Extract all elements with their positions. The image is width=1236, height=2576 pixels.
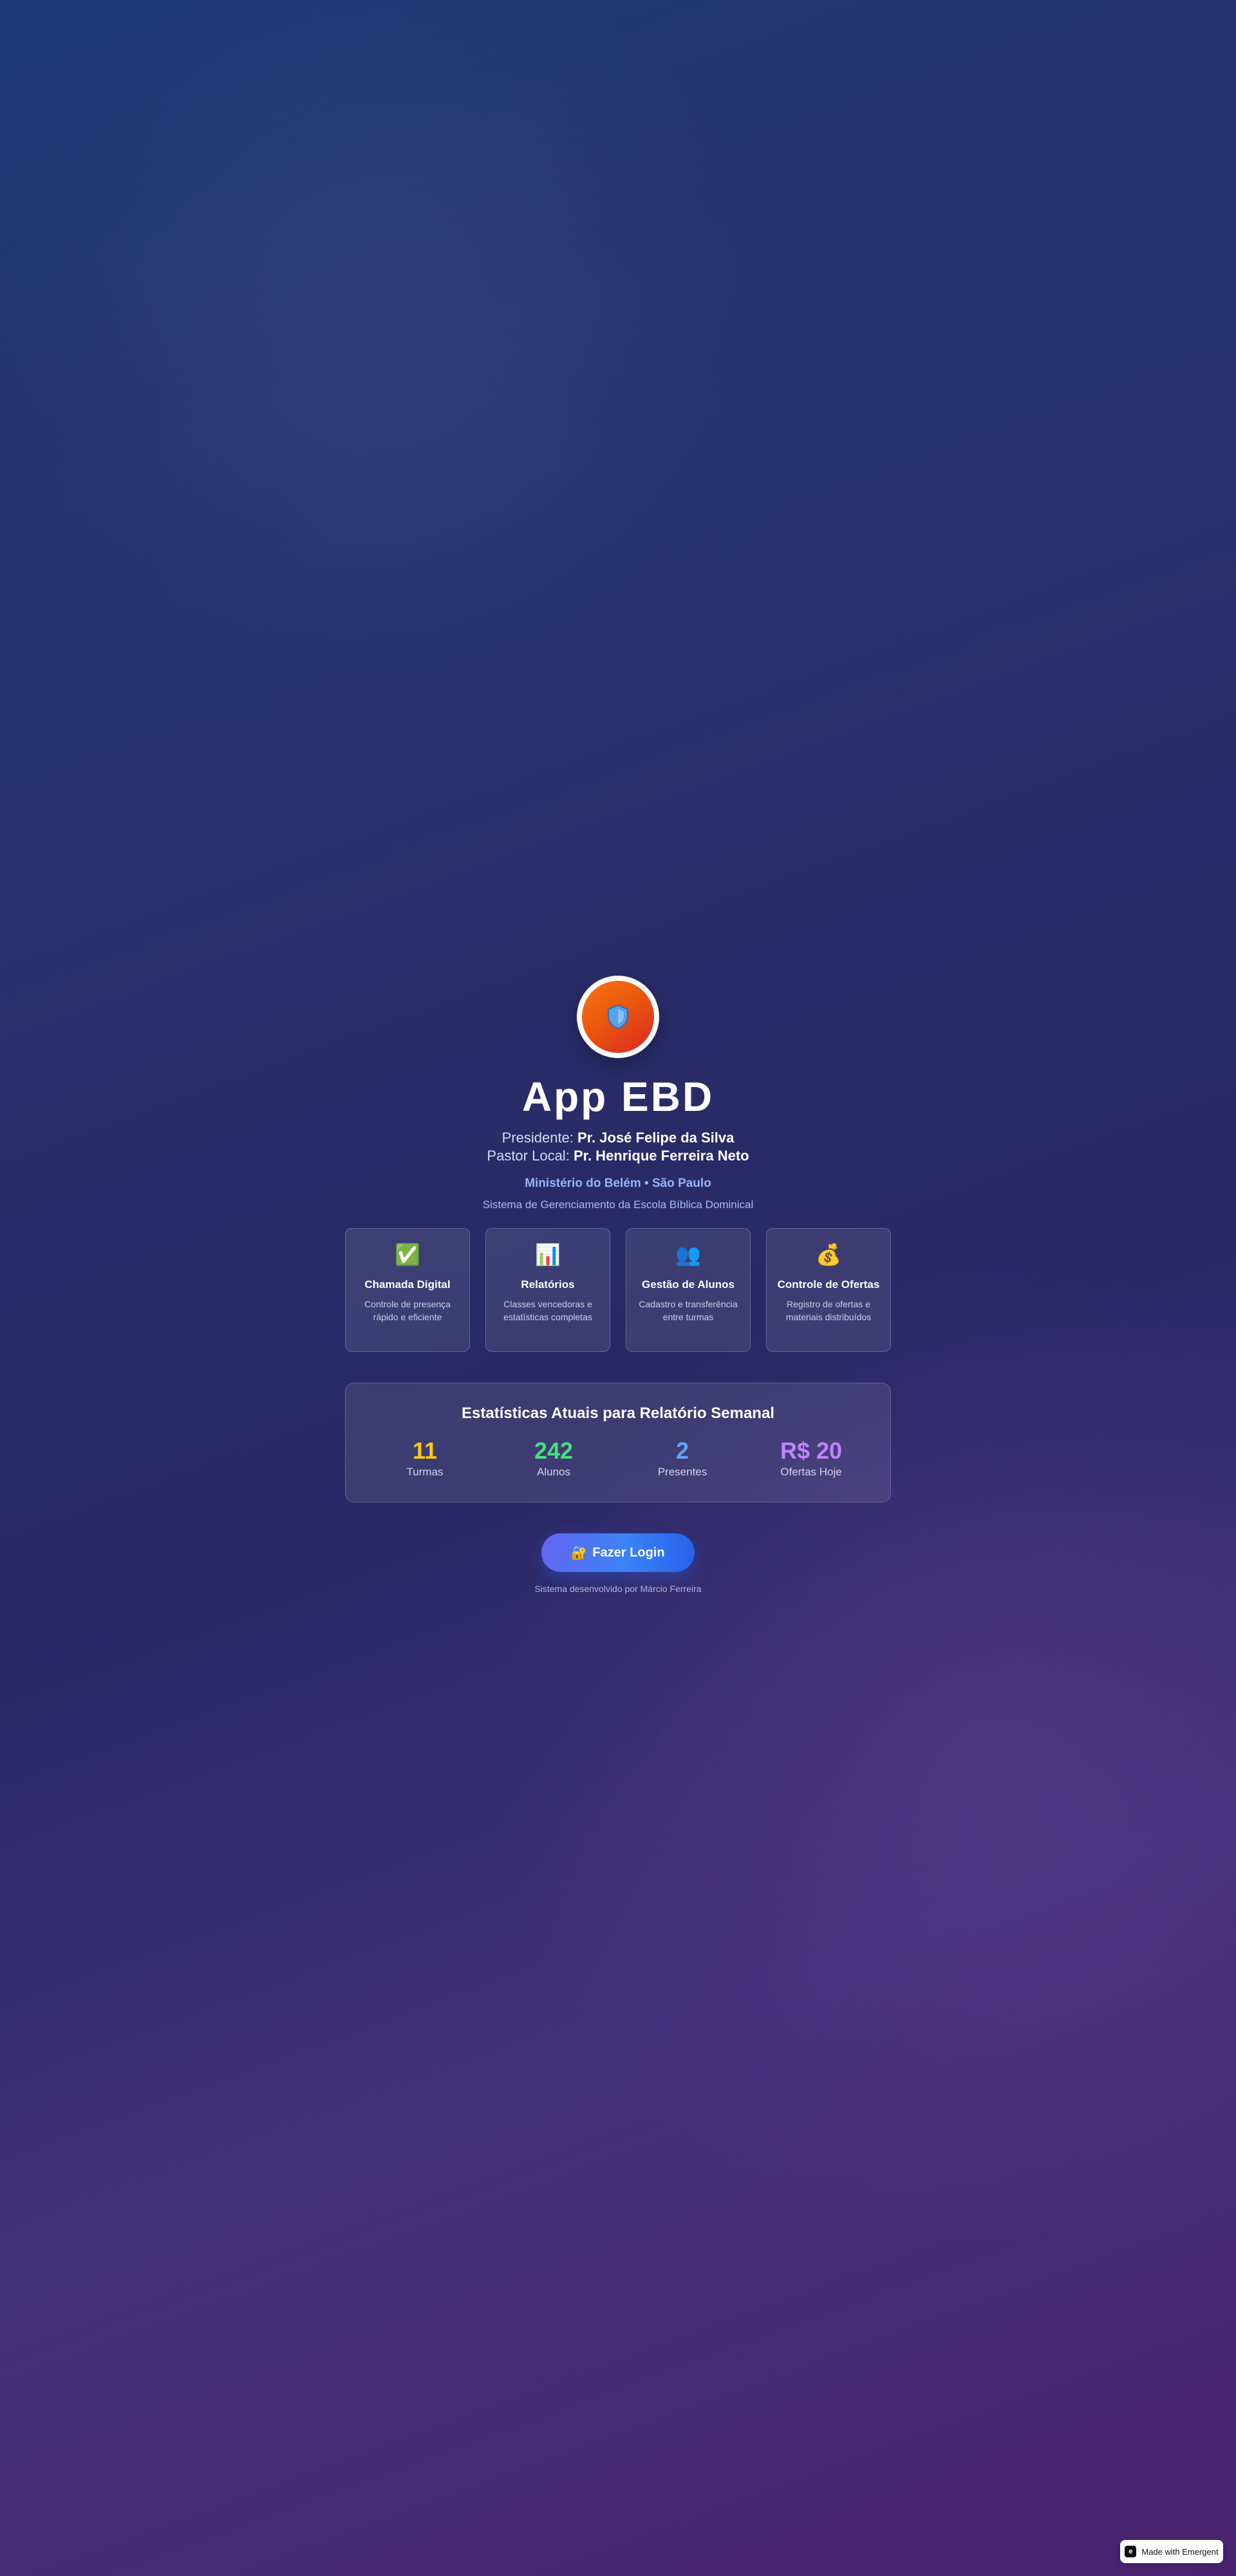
stat-value: 11: [412, 1437, 438, 1464]
pastor-name: Pr. Henrique Ferreira Neto: [573, 1148, 749, 1164]
app-title: App EBD: [521, 1074, 715, 1120]
bar-chart-icon: 📊: [535, 1243, 561, 1266]
money-bag-icon: 💰: [816, 1243, 841, 1266]
feature-description: Registro de ofertas e materiais distribu…: [785, 1299, 872, 1322]
feature-card-chamada-digital: ✅ Chamada Digital Controle de presença r…: [345, 1228, 470, 1352]
stat-value: 242: [534, 1437, 574, 1464]
stats-title: Estatísticas Atuais para Relatório Seman…: [462, 1405, 774, 1422]
stat-label: Presentes: [657, 1466, 707, 1478]
feature-description: Cadastro e transferência entre turmas: [639, 1299, 738, 1322]
login-button-label: Fazer Login: [592, 1545, 665, 1560]
president-label: Presidente:: [501, 1130, 574, 1146]
landing-hero: App EBD Presidente: Pr. José Felipe da S…: [0, 976, 1236, 1594]
ministry-name: Ministério do Belém • São Paulo: [525, 1177, 711, 1190]
badge-label: Made with Emergent: [1141, 2546, 1219, 2557]
stat-value: 2: [675, 1437, 689, 1464]
stat-value: R$ 20: [780, 1437, 843, 1464]
stats-row: 11 Turmas 242 Alunos 2 Presentes R$ 20 O…: [360, 1437, 876, 1479]
weekly-stats-panel: Estatísticas Atuais para Relatório Seman…: [345, 1383, 891, 1502]
feature-title: Controle de Ofertas: [777, 1278, 880, 1291]
stat-alunos: 242 Alunos: [489, 1437, 618, 1479]
check-mark-icon: ✅: [395, 1243, 420, 1266]
stat-label: Ofertas Hoje: [780, 1466, 842, 1478]
feature-description: Classes vencedoras e estatísticas comple…: [503, 1299, 592, 1322]
pastor-line: Pastor Local: Pr. Henrique Ferreira Neto: [487, 1147, 749, 1165]
stat-ofertas-hoje: R$ 20 Ofertas Hoje: [747, 1437, 876, 1479]
feature-card-gestao-de-alunos: 👥 Gestão de Alunos Cadastro e transferên…: [626, 1228, 751, 1352]
stat-label: Turmas: [406, 1466, 444, 1478]
app-logo: [577, 976, 659, 1058]
shield-icon: [608, 1004, 628, 1030]
people-icon: 👥: [675, 1243, 701, 1266]
developer-credits: Sistema desenvolvido por Márcio Ferreira: [534, 1584, 702, 1594]
stat-turmas: 11 Turmas: [360, 1437, 489, 1479]
system-description: Sistema de Gerenciamento da Escola Bíbli…: [482, 1198, 754, 1211]
stat-label: Alunos: [537, 1466, 570, 1478]
feature-title: Relatórios: [521, 1278, 575, 1291]
president-name: Pr. José Felipe da Silva: [577, 1130, 735, 1146]
logo-badge: [582, 981, 654, 1053]
feature-cards: ✅ Chamada Digital Controle de presença r…: [345, 1228, 891, 1352]
login-button[interactable]: 🔐 Fazer Login: [541, 1533, 695, 1572]
made-with-emergent-badge[interactable]: e Made with Emergent: [1120, 2540, 1223, 2563]
feature-card-relatorios: 📊 Relatórios Classes vencedoras e estatí…: [485, 1228, 610, 1352]
pastor-label: Pastor Local:: [487, 1148, 570, 1164]
lock-key-icon: 🔐: [571, 1546, 588, 1560]
president-line: Presidente: Pr. José Felipe da Silva: [502, 1129, 735, 1147]
feature-card-controle-de-ofertas: 💰 Controle de Ofertas Registro de oferta…: [766, 1228, 891, 1352]
emergent-logo-icon: e: [1125, 2546, 1137, 2557]
stat-presentes: 2 Presentes: [618, 1437, 747, 1479]
feature-title: Gestão de Alunos: [642, 1278, 735, 1291]
feature-title: Chamada Digital: [364, 1278, 451, 1291]
feature-description: Controle de presença rápido e eficiente: [364, 1299, 451, 1322]
